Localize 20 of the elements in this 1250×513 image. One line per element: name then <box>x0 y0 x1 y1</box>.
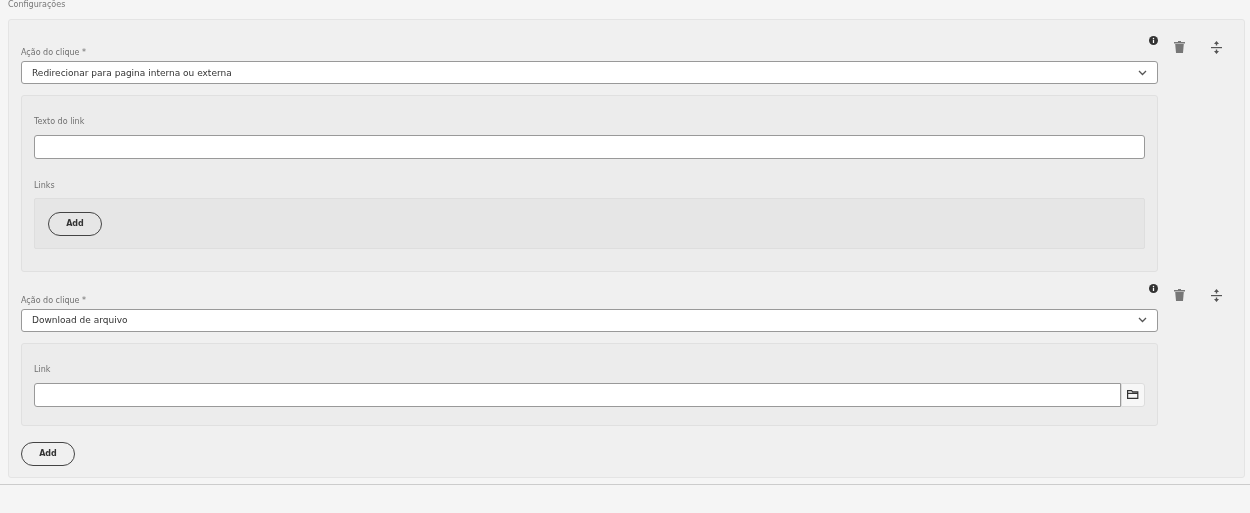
action-select[interactable]: Redirecionar para pagina interna ou externa <box>21 61 1158 84</box>
browse-button[interactable] <box>1121 382 1145 407</box>
field-label: Texto do link <box>34 116 85 128</box>
reorder-icon[interactable] <box>1211 288 1222 302</box>
field-label: Ação do clique * <box>21 47 87 59</box>
field-label: Links <box>34 180 55 192</box>
reorder-icon[interactable] <box>1211 41 1222 54</box>
info-icon[interactable] <box>1149 283 1158 293</box>
section-title: Configurações <box>8 0 67 11</box>
trash-icon[interactable] <box>1174 288 1185 301</box>
chevron-down-icon <box>1138 317 1147 323</box>
info-icon[interactable] <box>1149 36 1158 45</box>
trash-icon[interactable] <box>1174 41 1185 53</box>
action-select[interactable]: Download de arquivo <box>21 308 1158 332</box>
folder-icon <box>1127 390 1139 399</box>
chevron-down-icon <box>1138 69 1147 76</box>
field-label: Ação do clique * <box>21 294 87 307</box>
input-field[interactable] <box>34 382 1121 407</box>
input-field[interactable] <box>34 135 1145 159</box>
field-label: Link <box>34 363 51 376</box>
